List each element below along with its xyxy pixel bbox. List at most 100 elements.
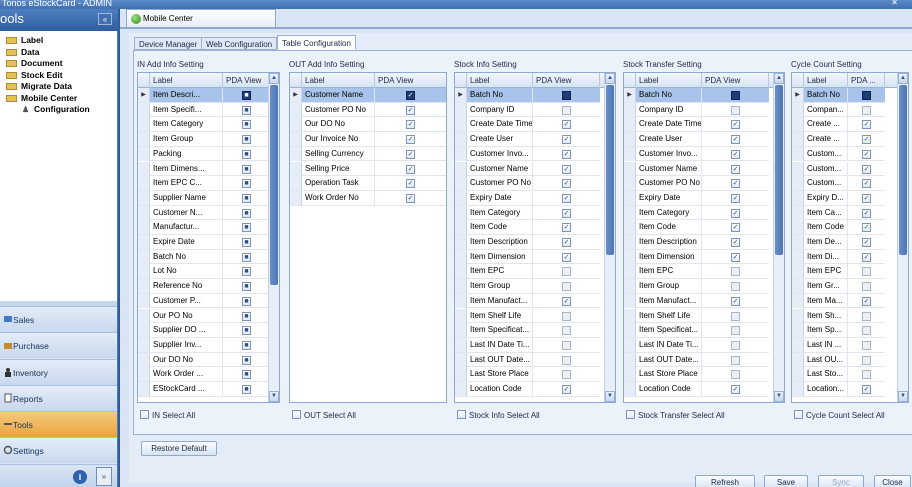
pda-view-checkbox[interactable]: ✓	[731, 120, 740, 130]
pda-view-checkbox[interactable]: ✓	[406, 105, 415, 115]
scroll-thumb[interactable]	[270, 85, 278, 285]
table-row[interactable]: Customer Name ✓	[624, 161, 769, 177]
table-row[interactable]: Item Category ✓	[455, 205, 600, 221]
table-row[interactable]: Packing ■	[138, 146, 271, 162]
table-row[interactable]: Item Sp...	[792, 323, 885, 338]
table-row[interactable]: Create Date Time ✓	[455, 117, 600, 133]
pda-view-checkbox[interactable]	[562, 267, 571, 277]
tree-item-label[interactable]: Label	[6, 35, 43, 46]
select-all-checkbox[interactable]: Stock Info Select All	[457, 410, 540, 421]
table-row[interactable]: Item Code ✓	[624, 220, 769, 235]
sync-button[interactable]: Sync	[818, 475, 864, 487]
pda-view-checkbox[interactable]: ✓	[562, 135, 571, 145]
pda-view-checkbox[interactable]: ■	[242, 223, 251, 233]
pda-view-checkbox[interactable]	[862, 370, 871, 380]
tree-item-document[interactable]: Document	[6, 58, 63, 69]
pda-view-checkbox[interactable]: ✓	[862, 238, 871, 247]
table-row[interactable]: Location Code ✓	[455, 382, 600, 397]
collapse-pane-icon[interactable]: «	[98, 13, 112, 25]
pda-view-checkbox[interactable]: ✓	[731, 208, 740, 218]
table-row[interactable]: Location... ✓	[792, 382, 885, 397]
scroll-down-icon[interactable]: ▼	[774, 391, 784, 402]
pda-view-checkbox[interactable]: ✓	[406, 120, 415, 130]
table-row[interactable]: Create User ✓	[455, 132, 600, 147]
table-row[interactable]: Customer PO No ✓	[455, 176, 600, 191]
table-row[interactable]: Expiry Date ✓	[624, 190, 769, 206]
pda-view-checkbox[interactable]	[562, 370, 571, 380]
pda-view-checkbox[interactable]: ✓	[862, 193, 871, 203]
table-row[interactable]: Custom... ✓	[792, 146, 885, 162]
tree-item-stock-edit[interactable]: Stock Edit	[6, 70, 63, 81]
table-row[interactable]: Work Order No ✓	[290, 190, 446, 206]
table-row[interactable]: Item Specificat...	[624, 323, 769, 338]
pda-view-checkbox[interactable]: ■	[242, 91, 251, 100]
select-all-checkbox[interactable]: IN Select All	[140, 410, 195, 421]
window-close-icon[interactable]: ✕	[891, 0, 898, 7]
table-row[interactable]: Compan...	[792, 102, 885, 118]
table-row[interactable]: Item Gr...	[792, 279, 885, 294]
table-row[interactable]: Selling Currency ✓	[290, 146, 446, 162]
pda-view-checkbox[interactable]: ■	[242, 282, 251, 292]
pda-view-checkbox[interactable]: ✓	[862, 296, 871, 306]
pda-view-checkbox[interactable]: ■	[242, 340, 251, 350]
pda-view-checkbox[interactable]: ✓	[406, 91, 415, 100]
pda-view-checkbox[interactable]: ✓	[562, 223, 571, 233]
table-row[interactable]: Customer Name ✓	[455, 161, 600, 177]
save-button[interactable]: Save	[764, 475, 808, 487]
nav-sales[interactable]: Sales	[0, 306, 117, 332]
nav-purchase[interactable]: Purchase	[0, 332, 117, 358]
table-row[interactable]: ▶ Batch No	[455, 88, 600, 103]
table-row[interactable]: Item Group ■	[138, 132, 271, 147]
select-all-box[interactable]	[140, 410, 149, 419]
table-row[interactable]: Item Group	[624, 279, 769, 294]
nav-inventory[interactable]: Inventory	[0, 359, 117, 385]
pda-view-checkbox[interactable]	[562, 105, 571, 115]
chevron-double-down-icon[interactable]: »	[96, 467, 112, 486]
pda-view-checkbox[interactable]: ■	[242, 370, 251, 380]
pda-view-checkbox[interactable]	[731, 311, 740, 321]
table-row[interactable]: Our DO No ■	[138, 352, 271, 368]
table-row[interactable]: Supplier Name ■	[138, 190, 271, 206]
label-column-header[interactable]: Label	[636, 73, 702, 88]
select-all-checkbox[interactable]: Cycle Count Select All	[794, 410, 885, 421]
table-row[interactable]: Item De... ✓	[792, 235, 885, 250]
pda-view-checkbox[interactable]: ✓	[731, 149, 740, 159]
scroll-down-icon[interactable]: ▼	[898, 391, 908, 402]
pda-view-checkbox[interactable]: ■	[242, 355, 251, 365]
table-row[interactable]: ▶ Batch No	[624, 88, 769, 103]
table-row[interactable]: Last Sto...	[792, 367, 885, 382]
pda-view-checkbox[interactable]: ✓	[562, 208, 571, 218]
table-row[interactable]: Manufactur... ■	[138, 220, 271, 235]
table-row[interactable]: Create Date Time ✓	[624, 117, 769, 133]
pda-view-checkbox[interactable]: ■	[242, 296, 251, 306]
table-row[interactable]: Item Specificat...	[455, 323, 600, 338]
pda-view-checkbox[interactable]: ■	[242, 385, 251, 394]
pda-view-checkbox[interactable]: ✓	[562, 193, 571, 203]
table-row[interactable]: Customer Invo... ✓	[455, 146, 600, 162]
info-icon[interactable]: i	[73, 470, 87, 484]
pda-view-checkbox[interactable]	[862, 105, 871, 115]
pda-view-column-header[interactable]: PDA View	[702, 73, 769, 88]
table-row[interactable]: Last Store Place	[624, 367, 769, 382]
table-row[interactable]: Item Shelf Life	[455, 308, 600, 324]
table-row[interactable]: Customer Invo... ✓	[624, 146, 769, 162]
scroll-thumb[interactable]	[899, 85, 907, 255]
tree-item-data[interactable]: Data	[6, 47, 39, 58]
vertical-scrollbar[interactable]: ▲ ▼	[604, 73, 615, 402]
table-row[interactable]: Item Dimension ✓	[455, 249, 600, 265]
document-tab-mobile-center[interactable]: Mobile Center	[126, 9, 276, 27]
pda-view-checkbox[interactable]: ✓	[731, 179, 740, 189]
table-row[interactable]: Expiry D... ✓	[792, 190, 885, 206]
scroll-up-icon[interactable]: ▲	[898, 73, 908, 84]
pda-view-checkbox[interactable]: ✓	[862, 135, 871, 145]
table-row[interactable]: Reference No ■	[138, 279, 271, 294]
close-button[interactable]: Close	[874, 475, 911, 487]
pda-view-checkbox[interactable]: ■	[242, 105, 251, 115]
pda-view-checkbox[interactable]: ✓	[731, 385, 740, 394]
nav-settings[interactable]: Settings	[0, 437, 117, 463]
pda-view-checkbox[interactable]: ✓	[406, 193, 415, 203]
scroll-up-icon[interactable]: ▲	[269, 73, 279, 84]
pda-view-checkbox[interactable]	[862, 282, 871, 292]
table-row[interactable]: Item Specifi... ■	[138, 102, 271, 118]
pda-view-checkbox[interactable]	[731, 355, 740, 365]
